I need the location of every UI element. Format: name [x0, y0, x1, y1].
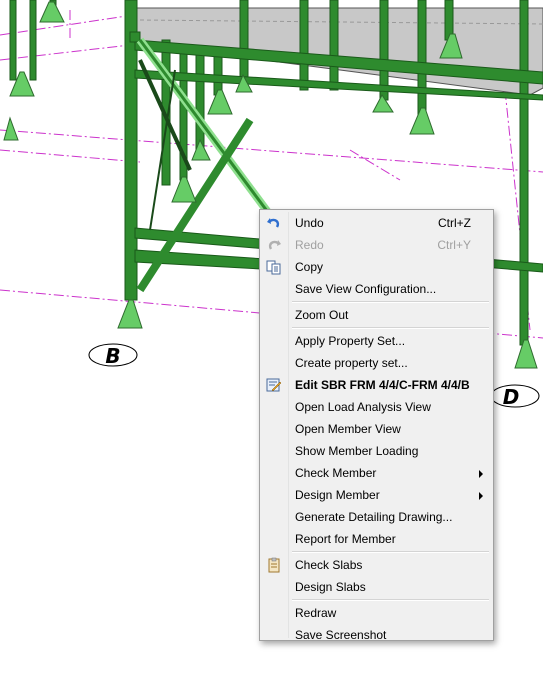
- menu-create-property-set[interactable]: Create property set...: [262, 352, 491, 374]
- menu-redo[interactable]: Redo Ctrl+Y: [262, 234, 491, 256]
- menu-design-slabs-label: Design Slabs: [295, 580, 366, 594]
- menu-copy-label: Copy: [295, 260, 324, 274]
- undo-shortcut: Ctrl+Z: [438, 216, 471, 230]
- redo-shortcut: Ctrl+Y: [437, 238, 471, 252]
- menu-generate-detailing-drawing[interactable]: Generate Detailing Drawing...: [262, 506, 491, 528]
- menu-edit-member-label: Edit SBR FRM 4/4/C-FRM 4/4/B: [295, 378, 470, 392]
- submenu-arrow-icon: [479, 492, 483, 500]
- menu-copy[interactable]: Copy: [262, 256, 491, 278]
- menu-separator: [292, 551, 489, 553]
- menu-create-property-label: Create property set...: [295, 356, 408, 370]
- submenu-arrow-icon: [479, 470, 483, 478]
- menu-redraw-label: Redraw: [295, 606, 337, 620]
- context-menu: Undo Ctrl+Z Redo Ctrl+Y Copy Save View C…: [259, 209, 494, 642]
- menu-check-member[interactable]: Check Member: [262, 462, 491, 484]
- menu-open-member-view[interactable]: Open Member View: [262, 418, 491, 440]
- menu-open-load-analysis-view[interactable]: Open Load Analysis View: [262, 396, 491, 418]
- copy-icon: [266, 260, 281, 275]
- menu-separator: [292, 301, 489, 303]
- menu-report-for-member[interactable]: Report for Member: [262, 528, 491, 550]
- menu-edit-member[interactable]: Edit SBR FRM 4/4/C-FRM 4/4/B: [262, 374, 491, 396]
- menu-check-slabs[interactable]: Check Slabs: [262, 554, 491, 576]
- menu-apply-property-set[interactable]: Apply Property Set...: [262, 330, 491, 352]
- menu-open-member-label: Open Member View: [295, 422, 401, 436]
- undo-icon: [267, 218, 280, 228]
- menu-redraw[interactable]: Redraw: [262, 602, 491, 624]
- menu-design-member-label: Design Member: [295, 488, 380, 502]
- menu-save-view-configuration[interactable]: Save View Configuration...: [262, 278, 491, 300]
- menu-report-member-label: Report for Member: [295, 532, 396, 546]
- menu-check-slabs-label: Check Slabs: [295, 558, 363, 572]
- svg-text:B: B: [105, 344, 120, 368]
- menu-save-screenshot-label: Save Screenshot: [295, 628, 387, 642]
- menu-design-slabs[interactable]: Design Slabs: [262, 576, 491, 598]
- menu-show-loading-label: Show Member Loading: [295, 444, 419, 458]
- menu-zoom-out[interactable]: Zoom Out: [262, 304, 491, 326]
- menu-open-load-label: Open Load Analysis View: [295, 400, 431, 414]
- grid-bubble-b: B: [88, 343, 138, 368]
- menu-redo-label: Redo: [295, 238, 324, 252]
- menu-undo[interactable]: Undo Ctrl+Z: [262, 212, 491, 234]
- menu-generate-drawing-label: Generate Detailing Drawing...: [295, 510, 453, 524]
- menu-undo-label: Undo: [295, 216, 324, 230]
- edit-member-icon: [266, 378, 282, 392]
- redo-icon: [268, 240, 281, 250]
- menu-check-member-label: Check Member: [295, 466, 377, 480]
- grid-bubble-d: D: [490, 384, 540, 409]
- menu-save-screenshot[interactable]: Save Screenshot: [262, 624, 491, 646]
- menu-show-member-loading[interactable]: Show Member Loading: [262, 440, 491, 462]
- menu-separator: [292, 327, 489, 329]
- menu-zoom-out-label: Zoom Out: [295, 308, 349, 322]
- menu-save-view-label: Save View Configuration...: [295, 282, 437, 296]
- menu-apply-property-label: Apply Property Set...: [295, 334, 406, 348]
- menu-separator: [292, 599, 489, 601]
- clipboard-icon: [268, 557, 280, 573]
- svg-text:D: D: [503, 385, 520, 409]
- menu-design-member[interactable]: Design Member: [262, 484, 491, 506]
